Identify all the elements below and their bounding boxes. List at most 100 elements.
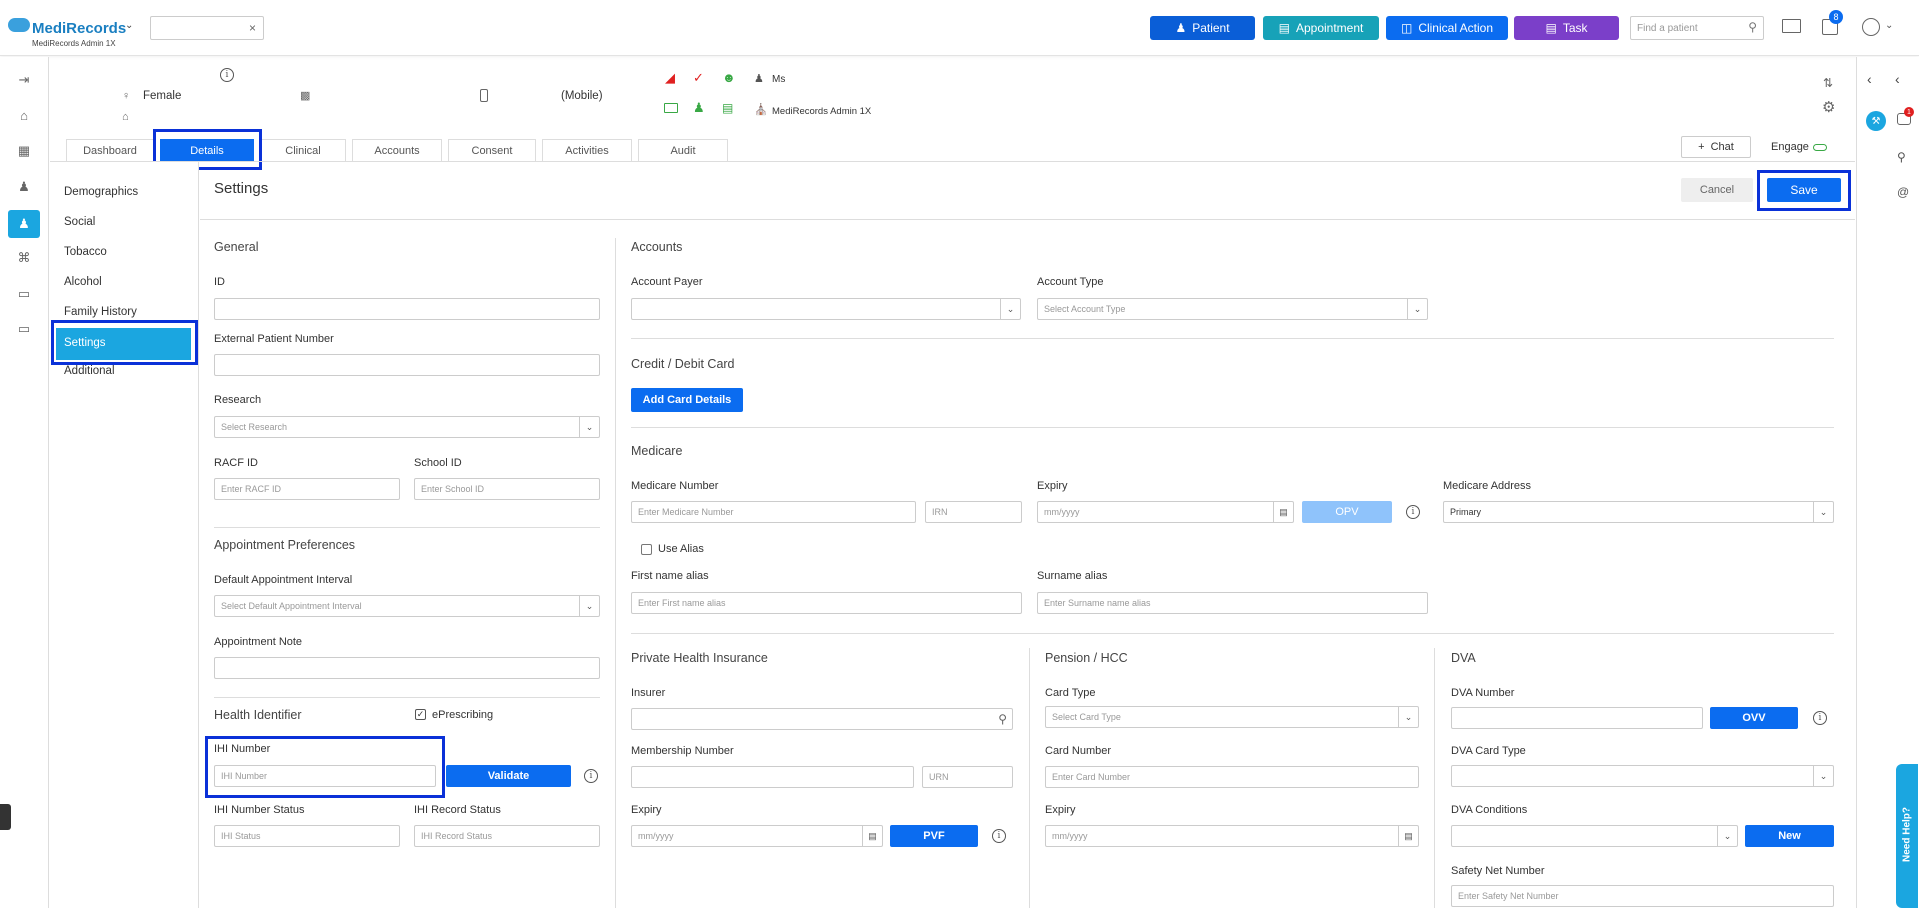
menu-family-history[interactable]: Family History <box>64 306 137 318</box>
menu-tobacco[interactable]: Tobacco <box>64 246 107 258</box>
chevron-down-icon[interactable]: ⌄ <box>1398 707 1418 727</box>
ovv-button[interactable]: OVV <box>1710 707 1798 729</box>
urn-input[interactable]: URN <box>922 766 1013 788</box>
dva-new-button[interactable]: New <box>1745 825 1834 847</box>
print-tab-icon[interactable] <box>0 804 11 830</box>
medicare-info-icon[interactable]: i <box>1406 505 1420 519</box>
appointment-note-input[interactable] <box>214 657 600 679</box>
clinical-action-button[interactable]: ◫ Clinical Action <box>1386 16 1508 40</box>
opv-button[interactable]: OPV <box>1302 501 1392 523</box>
find-patient-input[interactable]: Find a patient ⚲ <box>1630 16 1764 40</box>
cancel-button[interactable]: Cancel <box>1681 178 1753 202</box>
use-alias-checkbox[interactable] <box>641 544 652 555</box>
calendar-icon[interactable]: ▤ <box>1273 502 1293 522</box>
card-type-select[interactable]: Select Card Type ⌄ <box>1045 706 1419 728</box>
search-icon[interactable]: ⚲ <box>998 712 1007 726</box>
irn-input[interactable]: IRN <box>925 501 1022 523</box>
chevron-down-icon[interactable]: ⌄ <box>579 596 599 616</box>
users-icon[interactable]: ♟ <box>13 176 35 198</box>
chevron-down-icon[interactable]: ⌄ <box>579 417 599 437</box>
pvf-button[interactable]: PVF <box>890 825 978 847</box>
tab-activities[interactable]: Activities <box>542 139 632 161</box>
practice-select[interactable]: × <box>150 16 264 40</box>
tab-consent[interactable]: Consent <box>448 139 536 161</box>
school-input[interactable]: Enter School ID <box>414 478 600 500</box>
dva-conditions-select[interactable]: ⌄ <box>1451 825 1738 847</box>
medicare-number-input[interactable]: Enter Medicare Number <box>631 501 916 523</box>
pension-expiry-input[interactable]: mm/yyyy ▤ <box>1045 825 1419 847</box>
header-divider <box>200 219 1855 220</box>
close-icon[interactable]: × <box>249 21 256 35</box>
tag-icon[interactable]: ⚒ <box>1866 111 1886 131</box>
pin-icon[interactable]: ⚲ <box>1897 150 1906 164</box>
user-avatar-icon[interactable] <box>1862 18 1880 36</box>
need-help-tab[interactable]: Need Help? <box>1896 764 1918 908</box>
collapse-panel-icon[interactable]: ‹ <box>1895 71 1900 87</box>
expand-icon[interactable]: ⇥ <box>13 69 35 91</box>
add-card-button[interactable]: Add Card Details <box>631 388 743 412</box>
menu-alcohol[interactable]: Alcohol <box>64 276 102 288</box>
info-icon[interactable]: i <box>220 68 234 82</box>
at-icon[interactable]: @ <box>1897 185 1909 199</box>
eprescribing-checkbox[interactable]: ✓ <box>415 709 426 720</box>
safety-net-input[interactable]: Enter Safety Net Number <box>1451 885 1834 907</box>
ihi-status-input[interactable]: IHI Status <box>214 825 400 847</box>
chevron-down-icon[interactable]: ⌄ <box>1813 766 1833 786</box>
chevron-down-icon[interactable]: ⌄ <box>125 20 133 31</box>
validate-button[interactable]: Validate <box>446 765 571 787</box>
chevron-down-icon[interactable]: ⌄ <box>1000 299 1020 319</box>
folder-share-icon[interactable]: ▭ <box>13 318 35 340</box>
medicare-expiry-input[interactable]: mm/yyyy ▤ <box>1037 501 1294 523</box>
phi-expiry-input[interactable]: mm/yyyy ▤ <box>631 825 883 847</box>
tab-accounts[interactable]: Accounts <box>352 139 442 161</box>
settings-gear-icon[interactable]: ⚙ <box>1822 98 1835 116</box>
apps-icon[interactable]: ⌘ <box>13 247 35 269</box>
engage-label[interactable]: Engage <box>1771 141 1809 153</box>
menu-social[interactable]: Social <box>64 216 95 228</box>
task-button[interactable]: ▤ Task <box>1514 16 1619 40</box>
calendar-icon[interactable]: ▤ <box>862 826 882 846</box>
brand-name[interactable]: MediRecords <box>32 20 126 37</box>
tab-audit[interactable]: Audit <box>638 139 728 161</box>
chevron-down-icon[interactable]: ⌄ <box>1407 299 1427 319</box>
dva-number-input[interactable] <box>1451 707 1703 729</box>
link-icon[interactable] <box>1813 144 1827 151</box>
card-number-input[interactable]: Enter Card Number <box>1045 766 1419 788</box>
racf-input[interactable]: Enter RACF ID <box>214 478 400 500</box>
chevron-down-icon[interactable]: ⌄ <box>1717 826 1737 846</box>
menu-demographics[interactable]: Demographics <box>64 186 138 198</box>
insurer-input[interactable]: ⚲ <box>631 708 1013 730</box>
research-select[interactable]: Select Research ⌄ <box>214 416 600 438</box>
chevron-down-icon[interactable]: ⌄ <box>1813 502 1833 522</box>
search-icon[interactable]: ⚲ <box>1748 20 1757 34</box>
dva-card-type-select[interactable]: ⌄ <box>1451 765 1834 787</box>
ihi-info-icon[interactable]: i <box>584 769 598 783</box>
interval-select[interactable]: Select Default Appointment Interval ⌄ <box>214 595 600 617</box>
folder-icon[interactable]: ▭ <box>13 283 35 305</box>
menu-additional[interactable]: Additional <box>64 365 115 377</box>
medicare-address-select[interactable]: Primary ⌄ <box>1443 501 1834 523</box>
id-input[interactable] <box>214 298 600 320</box>
phi-info-icon[interactable]: i <box>992 829 1006 843</box>
patient-nav-icon[interactable]: ♟ <box>8 210 40 238</box>
external-number-input[interactable] <box>214 354 600 376</box>
home-icon[interactable]: ⌂ <box>13 104 35 126</box>
first-alias-input[interactable]: Enter First name alias <box>631 592 1022 614</box>
account-payer-select[interactable]: ⌄ <box>631 298 1021 320</box>
chevron-left-icon[interactable]: ‹ <box>1867 71 1872 87</box>
collapse-icon[interactable]: ⇅ <box>1823 76 1833 90</box>
tab-dashboard[interactable]: Dashboard <box>66 139 154 161</box>
account-type-select[interactable]: Select Account Type ⌄ <box>1037 298 1428 320</box>
calendar-icon[interactable]: ▤ <box>1398 826 1418 846</box>
appointment-button[interactable]: ▤ Appointment <box>1263 16 1379 40</box>
surname-alias-input[interactable]: Enter Surname name alias <box>1037 592 1428 614</box>
patient-button[interactable]: ♟ Patient <box>1150 16 1255 40</box>
ihi-record-input[interactable]: IHI Record Status <box>414 825 600 847</box>
calendar-nav-icon[interactable]: ▦ <box>13 140 35 162</box>
dva-info-icon[interactable]: i <box>1813 711 1827 725</box>
chat-button[interactable]: + Chat <box>1681 136 1751 158</box>
mail-icon[interactable] <box>1782 19 1801 33</box>
membership-input[interactable] <box>631 766 914 788</box>
user-menu-chevron-icon[interactable]: ⌄ <box>1885 20 1893 31</box>
tab-clinical[interactable]: Clinical <box>260 139 346 161</box>
